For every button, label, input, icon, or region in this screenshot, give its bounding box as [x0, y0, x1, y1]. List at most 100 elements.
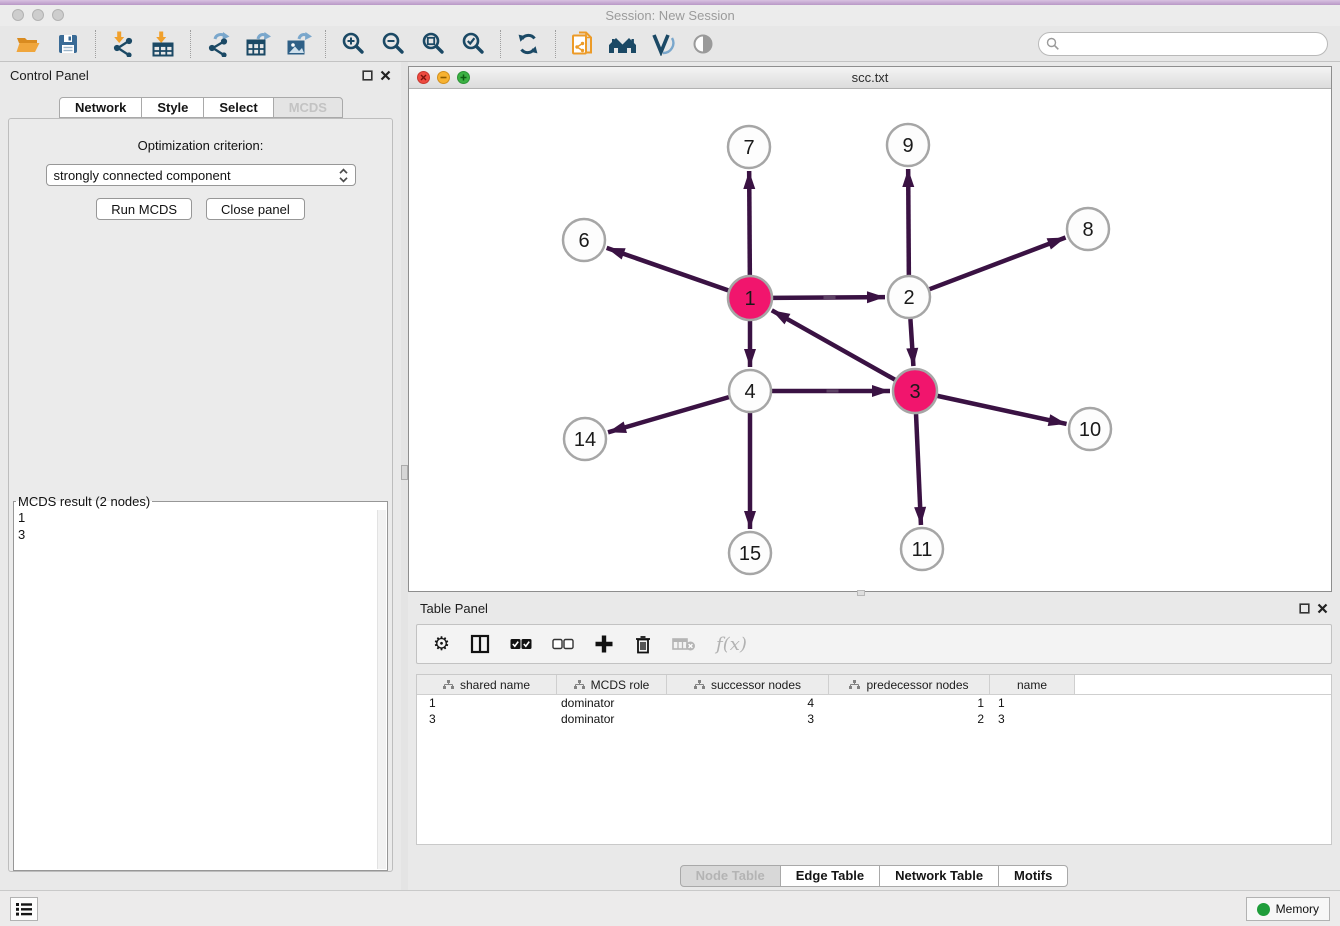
network-zoom-button[interactable]	[457, 71, 470, 84]
tab-select[interactable]: Select	[203, 97, 273, 118]
close-panel-icon[interactable]	[1317, 603, 1328, 614]
vertical-splitter-handle[interactable]	[401, 465, 408, 480]
table-cell[interactable]: 2	[829, 712, 990, 726]
show-columns-button[interactable]	[470, 634, 490, 654]
zoom-in-button[interactable]	[333, 28, 373, 60]
graph-edge-3-1[interactable]	[772, 310, 895, 379]
table-row[interactable]: 1dominator411	[417, 695, 1331, 711]
column-header-name[interactable]: name	[990, 675, 1075, 694]
tab-network[interactable]: Network	[59, 97, 142, 118]
zoom-out-icon	[381, 31, 406, 56]
vertical-splitter[interactable]	[401, 62, 408, 890]
table-cell[interactable]: dominator	[557, 712, 667, 726]
open-session-button[interactable]	[8, 28, 48, 60]
svg-text:15: 15	[739, 543, 761, 565]
graph-edge-1-7[interactable]	[749, 171, 750, 275]
network-graph[interactable]: 7 9 6 8 1 2 4 3 14 10 15 11	[409, 89, 1331, 591]
graph-node-14[interactable]: 14	[564, 418, 606, 460]
graph-node-1[interactable]: 1	[728, 276, 772, 320]
memory-button[interactable]: Memory	[1246, 897, 1330, 921]
tab-mcds[interactable]: MCDS	[273, 97, 343, 118]
graph-node-3[interactable]: 3	[893, 369, 937, 413]
result-scrollbar[interactable]	[377, 510, 386, 869]
float-panel-icon[interactable]	[1299, 603, 1310, 614]
function-builder-button[interactable]: f(x)	[716, 634, 747, 655]
graph-edge-1-6[interactable]	[607, 248, 729, 290]
network-overview-button[interactable]	[563, 28, 603, 60]
network-window-titlebar[interactable]: scc.txt	[409, 67, 1331, 89]
home-button[interactable]	[603, 28, 643, 60]
graph-edge-4-14[interactable]	[608, 397, 729, 432]
refresh-icon	[516, 32, 540, 56]
network-minimize-button[interactable]	[437, 71, 450, 84]
tab-edge-table[interactable]: Edge Table	[780, 865, 880, 887]
refresh-button[interactable]	[508, 28, 548, 60]
close-window-button[interactable]	[12, 9, 24, 21]
table-cell[interactable]: dominator	[557, 696, 667, 710]
select-all-icon	[510, 638, 532, 650]
zoom-window-button[interactable]	[52, 9, 64, 21]
close-panel-button[interactable]: Close panel	[206, 198, 305, 220]
run-mcds-button[interactable]: Run MCDS	[96, 198, 192, 220]
graph-node-8[interactable]: 8	[1067, 208, 1109, 250]
table-cell[interactable]: 3	[417, 712, 557, 726]
table-cell[interactable]: 1	[990, 696, 1075, 710]
graph-node-9[interactable]: 9	[887, 124, 929, 166]
export-image-button[interactable]	[278, 28, 318, 60]
graph-node-15[interactable]: 15	[729, 532, 771, 574]
tab-node-table[interactable]: Node Table	[680, 865, 781, 887]
select-all-button[interactable]	[510, 638, 532, 650]
import-network-button[interactable]	[103, 28, 143, 60]
network-canvas[interactable]: 7 9 6 8 1 2 4 3 14 10 15 11	[409, 89, 1331, 591]
export-network-button[interactable]	[198, 28, 238, 60]
graph-node-10[interactable]: 10	[1069, 408, 1111, 450]
graph-edge-3-11[interactable]	[916, 414, 921, 525]
column-header-successor-nodes[interactable]: successor nodes	[667, 675, 829, 694]
close-panel-icon[interactable]	[380, 70, 391, 81]
graph-node-4[interactable]: 4	[729, 370, 771, 412]
table-panel: Table Panel ⚙	[408, 596, 1340, 890]
graph-edge-2-8[interactable]	[930, 238, 1066, 290]
table-cell[interactable]: 1	[829, 696, 990, 710]
save-session-button[interactable]	[48, 28, 88, 60]
zoom-out-button[interactable]	[373, 28, 413, 60]
graph-edge-2-9[interactable]	[908, 169, 909, 275]
graph-node-6[interactable]: 6	[563, 219, 605, 261]
criterion-select[interactable]: strongly connected component	[46, 164, 356, 186]
hide-panels-button[interactable]	[683, 28, 723, 60]
column-header-shared-name[interactable]: shared name	[417, 675, 557, 694]
deselect-all-button[interactable]	[552, 638, 574, 650]
zoom-selected-button[interactable]	[453, 28, 493, 60]
table-cell[interactable]: 4	[667, 696, 829, 710]
svg-text:10: 10	[1079, 419, 1101, 441]
graph-node-2[interactable]: 2	[888, 276, 930, 318]
graph-node-7[interactable]: 7	[728, 126, 770, 168]
import-table-button[interactable]	[143, 28, 183, 60]
tab-style[interactable]: Style	[141, 97, 204, 118]
export-network-icon	[205, 31, 231, 57]
graph-edge-2-3[interactable]	[910, 319, 913, 366]
task-history-button[interactable]	[10, 897, 38, 921]
search-input[interactable]	[1038, 32, 1328, 56]
zoom-fit-button[interactable]	[413, 28, 453, 60]
mcds-result-text[interactable]: 13	[14, 509, 387, 543]
tab-network-table[interactable]: Network Table	[879, 865, 999, 887]
table-cell[interactable]: 3	[990, 712, 1075, 726]
graph-edge-3-10[interactable]	[937, 396, 1066, 424]
add-column-button[interactable]	[594, 634, 614, 654]
delete-column-button[interactable]	[634, 634, 652, 654]
table-settings-button[interactable]: ⚙	[433, 635, 450, 654]
tab-motifs[interactable]: Motifs	[998, 865, 1068, 887]
table-row[interactable]: 3dominator323	[417, 711, 1331, 727]
minimize-window-button[interactable]	[32, 9, 44, 21]
column-header-MCDS-role[interactable]: MCDS role	[557, 675, 667, 694]
export-table-button[interactable]	[238, 28, 278, 60]
table-cell[interactable]: 1	[417, 696, 557, 710]
network-close-button[interactable]	[417, 71, 430, 84]
float-panel-icon[interactable]	[362, 70, 373, 81]
column-header-predecessor-nodes[interactable]: predecessor nodes	[829, 675, 990, 694]
graph-node-11[interactable]: 11	[901, 528, 943, 570]
table-cell[interactable]: 3	[667, 712, 829, 726]
delete-table-button[interactable]	[672, 636, 696, 652]
vizmapper-button[interactable]	[643, 28, 683, 60]
